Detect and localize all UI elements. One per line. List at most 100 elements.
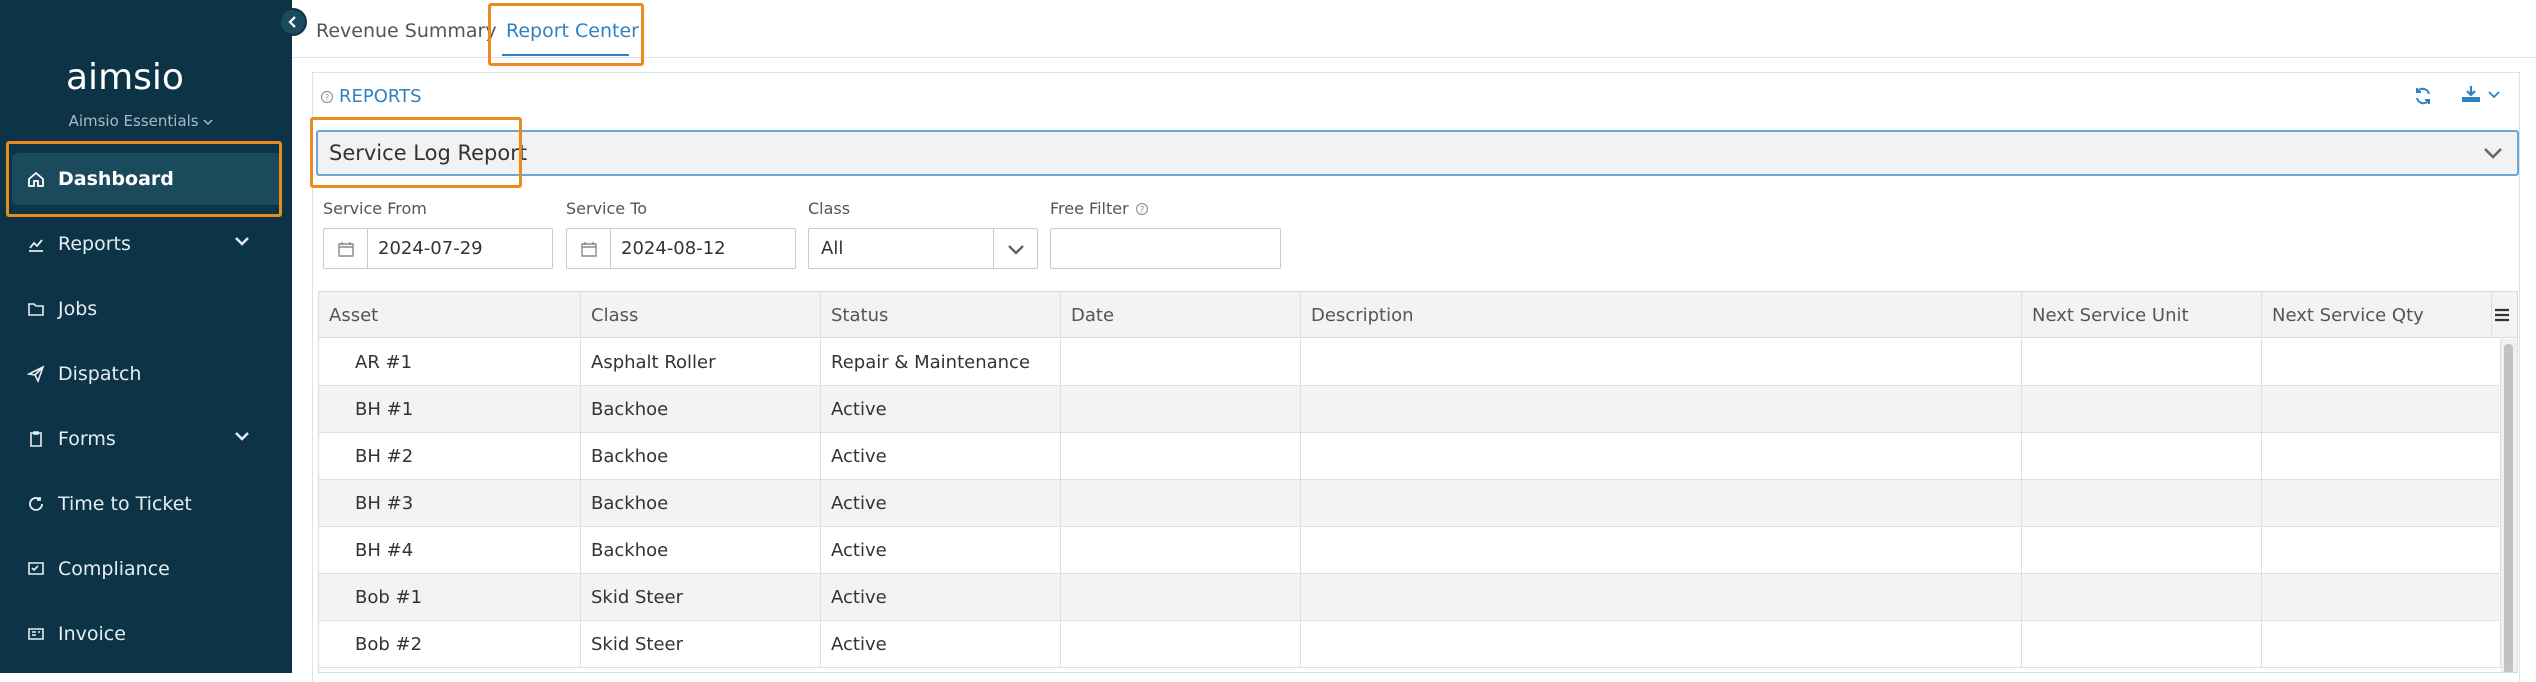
chevron-left-icon: [288, 16, 296, 28]
cell-next-service-unit: [2022, 480, 2262, 527]
home-icon: [26, 169, 46, 189]
class-filter-select[interactable]: All: [808, 228, 1038, 269]
calendar-icon[interactable]: [324, 229, 368, 268]
cell-asset: BH #4: [319, 527, 581, 574]
cell-next-service-qty: [2262, 339, 2501, 386]
workspace-switcher[interactable]: Aimsio Essentials: [0, 112, 282, 130]
sidebar-item-jobs[interactable]: Jobs: [0, 276, 292, 341]
sidebar-item-time-to-ticket[interactable]: Time to Ticket: [0, 471, 292, 536]
cell-class: Asphalt Roller: [581, 339, 821, 386]
column-header-next-service-qty[interactable]: Next Service Qty: [2262, 292, 2492, 338]
clipboard-icon: [26, 429, 46, 449]
column-header-next-service-unit[interactable]: Next Service Unit: [2022, 292, 2262, 338]
table-row[interactable]: AR #1 Asphalt Roller Repair & Maintenance: [319, 339, 2501, 386]
sidebar-item-dispatch[interactable]: Dispatch: [0, 341, 292, 406]
refresh-icon: [2416, 87, 2430, 105]
sidebar-item-label: Forms: [58, 427, 116, 450]
column-header-date[interactable]: Date: [1061, 292, 1301, 338]
sidebar-item-label: Compliance: [58, 557, 170, 580]
tab-report-center[interactable]: Report Center: [506, 20, 639, 42]
sidebar-item-label: Reports: [58, 232, 131, 255]
cell-next-service-qty: [2262, 386, 2501, 433]
sidebar-item-label: Dashboard: [58, 168, 174, 190]
cell-status: Active: [821, 527, 1061, 574]
chevron-down-icon[interactable]: [993, 229, 1037, 268]
table-header: Asset Class Status Date Description Next…: [319, 292, 2517, 338]
sidebar-item-invoice[interactable]: Invoice: [0, 601, 292, 666]
chevron-down-icon: [203, 119, 213, 126]
export-menu-button[interactable]: [2460, 84, 2500, 104]
service-from-field[interactable]: 2024-07-29: [323, 228, 553, 269]
sidebar-item-dashboard[interactable]: Dashboard: [12, 153, 282, 205]
cell-next-service-qty: [2262, 480, 2501, 527]
service-to-field[interactable]: 2024-08-12: [566, 228, 796, 269]
cell-status: Repair & Maintenance: [821, 339, 1061, 386]
column-header-status[interactable]: Status: [821, 292, 1061, 338]
chevron-down-icon: [235, 432, 249, 441]
tab-bar: Revenue Summary Report Center: [292, 0, 2536, 58]
cell-description: [1301, 574, 2022, 621]
cell-next-service-qty: [2262, 527, 2501, 574]
reports-title: REPORTS: [339, 86, 422, 107]
column-header-class[interactable]: Class: [581, 292, 821, 338]
sidebar: aimsio Aimsio Essentials Dashboard Repor…: [0, 0, 292, 673]
table-row[interactable]: Bob #1 Skid Steer Active: [319, 574, 2501, 621]
cell-class: Skid Steer: [581, 621, 821, 668]
cell-asset: BH #1: [319, 386, 581, 433]
table-row[interactable]: Bob #2 Skid Steer Active: [319, 621, 2501, 668]
cell-date: [1061, 339, 1301, 386]
free-filter-header: Free Filter ?: [1050, 199, 1149, 218]
column-header-asset[interactable]: Asset: [319, 292, 581, 338]
free-filter-input[interactable]: [1050, 228, 1281, 269]
column-header-description[interactable]: Description: [1301, 292, 2022, 338]
cell-date: [1061, 433, 1301, 480]
cell-date: [1061, 480, 1301, 527]
table-row[interactable]: BH #4 Backhoe Active: [319, 527, 2501, 574]
active-tab-indicator: [502, 54, 629, 56]
sidebar-item-reports[interactable]: Reports: [0, 211, 292, 276]
sidebar-collapse-button[interactable]: [279, 8, 307, 36]
sidebar-item-label: Jobs: [58, 297, 98, 320]
service-to-value: 2024-08-12: [621, 238, 726, 259]
cell-next-service-qty: [2262, 574, 2501, 621]
chevron-down-icon: [2484, 148, 2502, 159]
cell-description: [1301, 621, 2022, 668]
cell-asset: Bob #2: [319, 621, 581, 668]
sidebar-item-forms[interactable]: Forms: [0, 406, 292, 471]
table-row[interactable]: BH #2 Backhoe Active: [319, 433, 2501, 480]
cell-next-service-unit: [2022, 433, 2262, 480]
chevron-down-icon: [235, 237, 249, 246]
cell-date: [1061, 621, 1301, 668]
tab-revenue-summary[interactable]: Revenue Summary: [316, 20, 497, 42]
report-type-select[interactable]: Service Log Report: [316, 130, 2519, 176]
service-to-label: Service To: [566, 199, 648, 218]
column-menu-icon[interactable]: [2494, 307, 2510, 323]
chart-icon: [26, 234, 46, 254]
download-icon: [2462, 86, 2480, 102]
svg-text:?: ?: [325, 93, 330, 103]
cell-asset: Bob #1: [319, 574, 581, 621]
table-row[interactable]: BH #1 Backhoe Active: [319, 386, 2501, 433]
calendar-icon[interactable]: [567, 229, 611, 268]
table-row[interactable]: BH #3 Backhoe Active: [319, 480, 2501, 527]
cell-class: Backhoe: [581, 480, 821, 527]
sidebar-item-label: Dispatch: [58, 362, 142, 385]
refresh-button[interactable]: [2413, 86, 2433, 110]
svg-text:?: ?: [1139, 205, 1144, 215]
cell-status: Active: [821, 386, 1061, 433]
cell-description: [1301, 527, 2022, 574]
help-icon: ?: [1135, 202, 1148, 215]
class-filter-label: Class: [808, 199, 851, 218]
cell-class: Backhoe: [581, 386, 821, 433]
free-filter-label: Free Filter: [1050, 199, 1129, 218]
sidebar-item-compliance[interactable]: Compliance: [0, 536, 292, 601]
cell-status: Active: [821, 621, 1061, 668]
cell-description: [1301, 433, 2022, 480]
cell-date: [1061, 574, 1301, 621]
scrollbar-thumb[interactable]: [2504, 344, 2513, 672]
cell-asset: BH #3: [319, 480, 581, 527]
chevron-down-icon: [2488, 91, 2500, 99]
cell-status: Active: [821, 433, 1061, 480]
service-from-value: 2024-07-29: [378, 238, 483, 259]
cell-status: Active: [821, 574, 1061, 621]
